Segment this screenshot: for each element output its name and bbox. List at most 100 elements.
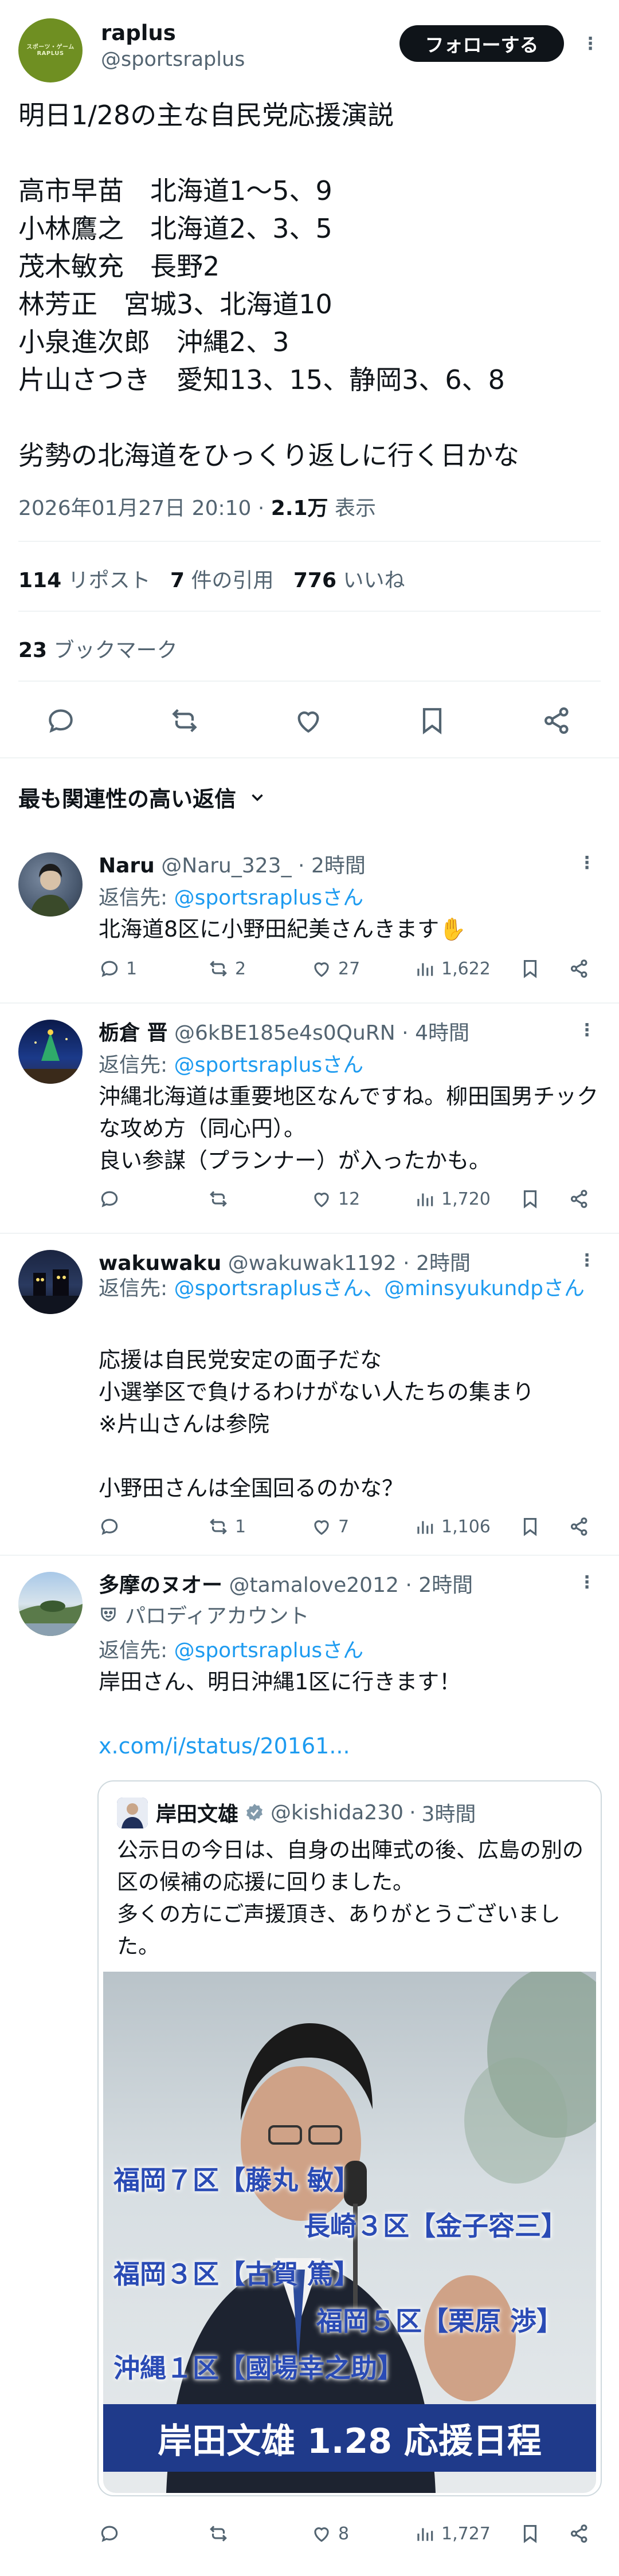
avatar[interactable] [18,1250,83,1314]
reply-button[interactable]: 1 [99,954,137,983]
avatar[interactable] [18,1020,83,1084]
reply-time[interactable]: 2時間 [418,1574,473,1597]
reply-actions: 1 7 1,106 [93,1512,597,1541]
avatar-logo: スポーツ・ゲーム RAPLUS [26,44,75,57]
like-icon[interactable] [290,702,327,739]
reply-to-prefix: 返信先: [99,886,174,910]
reply-item[interactable]: wakuwaku @wakuwak1192 · 2時間 ⋮ 返信先: @spor… [0,1234,619,1555]
reply-icon [101,961,118,977]
reply-to-prefix: 返信先: [99,1053,174,1077]
share-button[interactable] [569,1512,590,1541]
reply-time[interactable]: 4時間 [415,1021,469,1045]
repost-button[interactable]: 1 [207,1512,246,1541]
reply-time[interactable]: 2時間 [416,1252,471,1275]
tweet-text: 明日1/28の主な自民党応援演説 高市早苗 北海道1〜5、9 小林鷹之 北海道2… [18,100,519,471]
avatar[interactable] [18,852,83,917]
bookmark-icon[interactable] [414,702,450,739]
repost-icon[interactable] [166,702,203,739]
views-button[interactable]: 1,720 [414,1185,491,1213]
like-count[interactable]: 776 [293,569,336,592]
reply-author-handle[interactable]: @tamalove2012 [229,1574,398,1597]
tweet-datetime[interactable]: 2026年01月27日 20:10 [18,497,251,520]
more-options-icon[interactable]: ⋮ [579,32,602,55]
quote-author-name[interactable]: 岸田文雄 [156,1798,238,1827]
follow-button[interactable]: フォローする [399,25,564,62]
share-button[interactable] [569,1185,590,1213]
divider [18,611,601,612]
reply-to-prefix: 返信先: [99,1639,174,1662]
quote-count[interactable]: 7 [170,569,185,592]
reply-author-handle[interactable]: @Naru_323_ [161,854,291,878]
author-name[interactable]: raplus [101,21,176,45]
reply-author-handle[interactable]: @wakuwak1192 [228,1252,397,1275]
repost-icon [210,1519,227,1535]
more-options-icon[interactable]: ⋮ [575,1249,598,1272]
like-icon [314,2527,329,2542]
reply-to-link[interactable]: @sportsraplusさん [174,886,364,910]
more-options-icon[interactable]: ⋮ [575,1571,598,1594]
reply-time[interactable]: 2時間 [311,854,366,878]
repost-button[interactable] [207,1185,235,1213]
repost-count[interactable]: 114 [18,569,61,592]
reply-to: 返信先: @sportsraplusさん、@minsyukundpさん [99,1274,603,1304]
share-button[interactable] [569,2519,590,2548]
share-icon [570,1517,587,1536]
reply-to: 返信先: @sportsraplusさん [99,1048,363,1078]
share-icon[interactable] [539,702,575,739]
repost-button[interactable]: 2 [207,954,246,983]
like-button[interactable]: 8 [311,2519,349,2548]
quote-time[interactable]: 3時間 [422,1798,476,1827]
author-handle[interactable]: @sportsraplus [101,48,245,71]
repost-button[interactable] [207,2519,235,2548]
bookmark-button[interactable] [519,1185,541,1213]
quote-count-label[interactable]: 件の引用 [191,569,273,592]
quote-author-handle[interactable]: @kishida230 [271,1801,403,1824]
like-icon [314,1520,329,1535]
like-button[interactable]: 12 [311,1185,360,1213]
reply-icon[interactable] [42,702,79,739]
reply-to-link[interactable]: @sportsraplusさん [174,1053,364,1077]
reply-button[interactable] [99,1185,126,1213]
reply-button[interactable] [99,1512,126,1541]
more-options-icon[interactable]: ⋮ [575,851,598,874]
sort-label: 最も関連性の高い返信 [18,786,237,812]
bookmark-icon [523,1190,537,1209]
reply-item[interactable]: Naru @Naru_323_ · 2時間 ⋮ 返信先: @sportsrapl… [0,836,619,1002]
repost-count-label[interactable]: リポスト [68,569,151,592]
reply-author-name[interactable]: wakuwaku [99,1252,221,1275]
like-button[interactable]: 7 [311,1512,349,1541]
views-button[interactable]: 1,727 [414,2519,491,2548]
reply-author-handle[interactable]: @6kBE185e4s0QuRN [174,1021,395,1045]
repost-icon [210,1191,227,1207]
bookmark-icon [523,959,537,978]
bookmark-button[interactable] [519,1512,541,1541]
reply-to-link[interactable]: @sportsraplusさん [174,1639,364,1662]
reply-author-name[interactable]: 多摩のヌオー [99,1574,222,1597]
reply-author-name[interactable]: Naru [99,854,155,878]
sort-replies-dropdown[interactable]: 最も関連性の高い返信 [18,781,267,813]
more-options-icon[interactable]: ⋮ [575,1018,598,1041]
views-count: 1,106 [441,1516,491,1537]
share-button[interactable] [569,954,590,983]
views-button[interactable]: 1,106 [414,1512,491,1541]
parody-mask-icon [101,1607,116,1622]
author-avatar[interactable]: スポーツ・ゲーム RAPLUS [18,18,83,82]
bookmark-button[interactable] [519,954,541,983]
bookmark-button[interactable] [519,2519,541,2548]
reply-item[interactable]: 多摩のヌオー @tamalove2012 · 2時間 ⋮ パロディアカウント 返… [0,1556,619,2576]
reply-to-link[interactable]: @sportsraplusさん、@minsyukundpさん [174,1277,585,1300]
bookmark-icon [523,2524,537,2543]
quoted-tweet[interactable]: 岸田文雄 @kishida230 · 3時間 公示日の今日は、自身の出陣式の後、広島… [97,1780,602,2496]
views-button[interactable]: 1,622 [414,954,491,983]
reply-button[interactable] [99,2519,126,2548]
reply-link[interactable]: x.com/i/status/20161... [99,1730,603,1762]
quote-avatar[interactable] [117,1798,148,1828]
avatar[interactable] [18,1572,83,1636]
like-button[interactable]: 27 [311,954,360,983]
quote-image[interactable]: 福岡７区【藤丸 敏】 長崎３区【金子容三】 福岡３区【古賀 篤】 福岡５区【栗原… [103,1972,596,2493]
reply-icon [101,2526,118,2542]
like-count-label[interactable]: いいね [343,569,405,592]
reply-item[interactable]: 栃倉 晋 @6kBE185e4s0QuRN · 4時間 ⋮ 返信先: @spor… [0,1004,619,1233]
tweet-meta: 2026年01月27日 20:10 · 2.1万 表示 [18,497,377,520]
reply-author-name[interactable]: 栃倉 晋 [99,1021,168,1045]
